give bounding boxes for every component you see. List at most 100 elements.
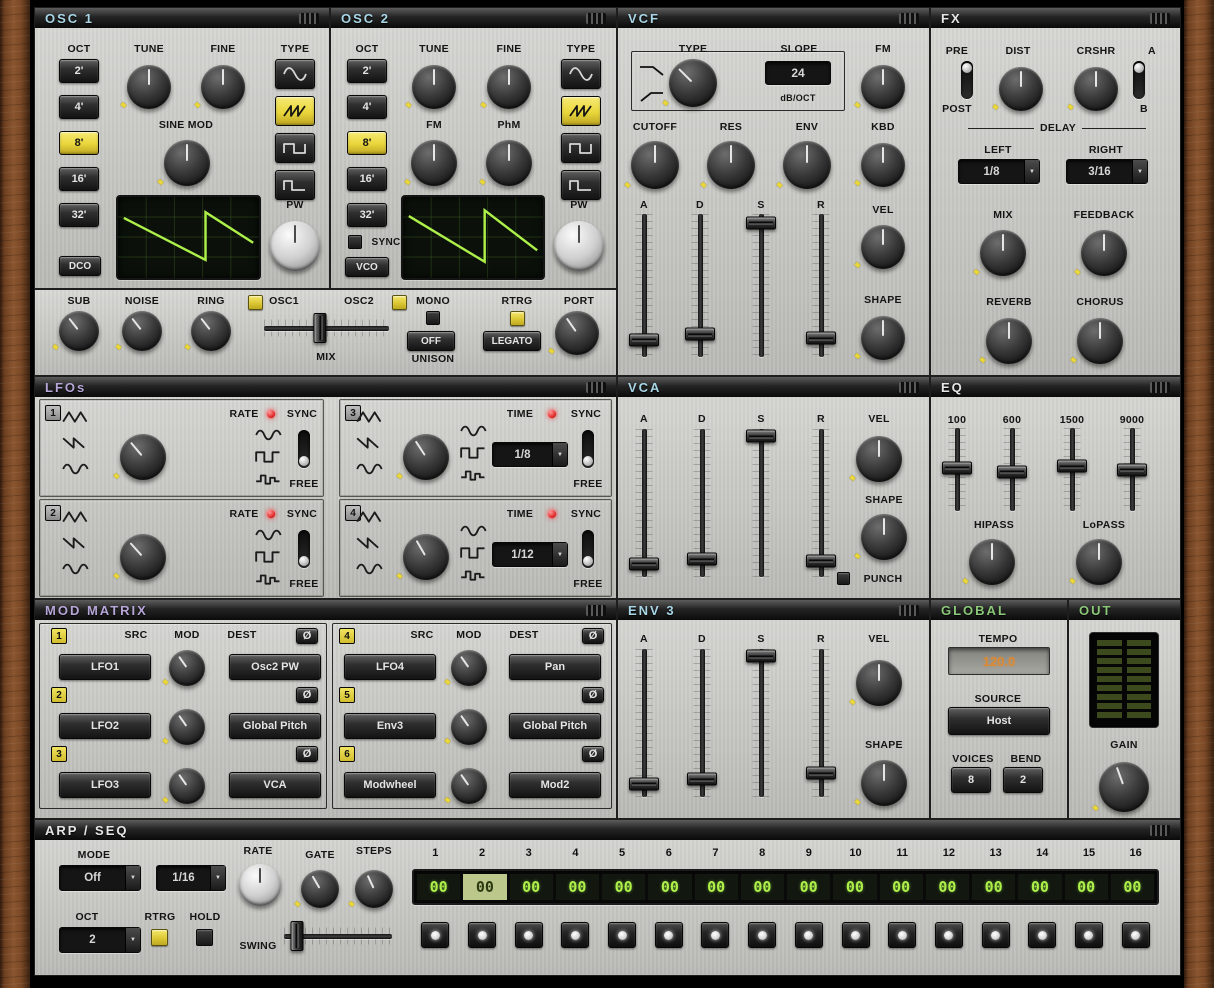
mod-slot-2-src-button[interactable]: LFO2 bbox=[59, 713, 151, 739]
slider-handle[interactable] bbox=[629, 557, 659, 570]
osc2-vco-button[interactable]: VCO bbox=[345, 257, 389, 277]
sub-knob[interactable] bbox=[59, 311, 99, 351]
step-value-cell[interactable]: 00 bbox=[741, 874, 784, 900]
dropdown-arrow-icon[interactable] bbox=[1024, 160, 1039, 183]
lfo-wave-triangle-icon[interactable] bbox=[62, 510, 90, 524]
osc2-tune-knob[interactable] bbox=[412, 65, 456, 109]
osc-mix-slider[interactable] bbox=[264, 315, 389, 341]
portamento-knob[interactable] bbox=[555, 311, 599, 355]
mod-slot-3-badge[interactable]: 3 bbox=[51, 746, 67, 762]
osc2-sync-checkbox[interactable] bbox=[348, 235, 362, 249]
step-button[interactable] bbox=[655, 922, 683, 948]
step-button[interactable] bbox=[421, 922, 449, 948]
step-button[interactable] bbox=[515, 922, 543, 948]
osc1-wave-sine-button[interactable] bbox=[275, 59, 315, 89]
step-value-cell[interactable]: 00 bbox=[880, 874, 923, 900]
step-button[interactable] bbox=[468, 922, 496, 948]
delay-right-dropdown[interactable]: 3/16 bbox=[1066, 159, 1148, 184]
vca-release-slider[interactable] bbox=[808, 429, 834, 577]
vcf-release-slider[interactable] bbox=[808, 214, 834, 357]
slider-handle[interactable] bbox=[806, 332, 836, 345]
mod-slot-5-badge[interactable]: 5 bbox=[339, 687, 355, 703]
slider-handle[interactable] bbox=[806, 554, 836, 567]
vca-vel-knob[interactable] bbox=[856, 436, 902, 482]
mod-slot-2-invert-button[interactable]: Ø bbox=[296, 687, 318, 703]
osc2-oct-8-button[interactable]: 8' bbox=[347, 131, 387, 155]
lfo-wave-sample-hold-icon[interactable] bbox=[460, 568, 488, 582]
lfo-wave-square-icon[interactable] bbox=[460, 446, 488, 460]
lfo-wave-square-icon[interactable] bbox=[460, 546, 488, 560]
env3-vel-knob[interactable] bbox=[856, 660, 902, 706]
crusher-knob[interactable] bbox=[1074, 67, 1118, 111]
dropdown-arrow-icon[interactable] bbox=[1132, 160, 1147, 183]
mod-slot-5-invert-button[interactable]: Ø bbox=[582, 687, 604, 703]
dropdown-arrow-icon[interactable] bbox=[552, 543, 567, 566]
mod-slot-1-dest-button[interactable]: Osc2 PW bbox=[229, 654, 321, 680]
lopass-knob[interactable] bbox=[1076, 539, 1122, 585]
pre-post-toggle[interactable] bbox=[961, 61, 973, 99]
bend-range-button[interactable]: 2 bbox=[1003, 767, 1043, 793]
osc2-oct-32-button[interactable]: 32' bbox=[347, 203, 387, 227]
slider-handle[interactable] bbox=[687, 773, 717, 786]
slider-handle[interactable] bbox=[685, 328, 715, 341]
osc1-wave-pulse-button[interactable] bbox=[275, 170, 315, 200]
osc1-pw-knob[interactable] bbox=[270, 221, 320, 271]
step-button[interactable] bbox=[561, 922, 589, 948]
step-button[interactable] bbox=[888, 922, 916, 948]
lfo1-rate-knob[interactable] bbox=[120, 434, 166, 480]
step-button[interactable] bbox=[1122, 922, 1150, 948]
vcf-shape-knob[interactable] bbox=[861, 316, 905, 360]
lfo-wave-square-icon[interactable] bbox=[255, 550, 283, 564]
lfo-free-toggle[interactable] bbox=[582, 530, 594, 568]
lfo4-time-dropdown[interactable]: 1/12 bbox=[492, 542, 568, 567]
step-value-cell[interactable]: 00 bbox=[695, 874, 738, 900]
step-value-cell[interactable]: 00 bbox=[463, 874, 506, 900]
lfo2-rate-knob[interactable] bbox=[120, 534, 166, 580]
vca-decay-slider[interactable] bbox=[689, 429, 715, 577]
osc1-enable-button[interactable] bbox=[248, 295, 263, 310]
step-button[interactable] bbox=[1028, 922, 1056, 948]
mod-slot-3-amount-knob[interactable] bbox=[169, 768, 205, 804]
feedback-knob[interactable] bbox=[1081, 230, 1127, 276]
slider-handle[interactable] bbox=[290, 921, 303, 951]
punch-checkbox[interactable] bbox=[837, 572, 850, 585]
osc1-oct-8-button[interactable]: 8' bbox=[59, 131, 99, 155]
chorus-knob[interactable] bbox=[1077, 318, 1123, 364]
arp-rate-knob[interactable] bbox=[239, 864, 281, 906]
legato-button[interactable]: LEGATO bbox=[483, 331, 541, 351]
vcf-vel-knob[interactable] bbox=[861, 225, 905, 269]
mod-slot-1-invert-button[interactable]: Ø bbox=[296, 628, 318, 644]
step-button[interactable] bbox=[608, 922, 636, 948]
ring-knob[interactable] bbox=[191, 311, 231, 351]
distortion-knob[interactable] bbox=[999, 67, 1043, 111]
osc2-wave-pulse-button[interactable] bbox=[561, 170, 601, 200]
mod-slot-4-dest-button[interactable]: Pan bbox=[509, 654, 601, 680]
lfo-free-toggle[interactable] bbox=[582, 430, 594, 468]
arp-rtrg-button[interactable] bbox=[151, 929, 168, 946]
lfo-free-toggle[interactable] bbox=[298, 530, 310, 568]
mod-slot-1-badge[interactable]: 1 bbox=[51, 628, 67, 644]
mod-slot-5-src-button[interactable]: Env3 bbox=[344, 713, 436, 739]
mod-slot-4-amount-knob[interactable] bbox=[451, 650, 487, 686]
mod-slot-6-src-button[interactable]: Modwheel bbox=[344, 772, 436, 798]
lfo-wave-sample-hold-icon[interactable] bbox=[255, 572, 283, 586]
crusher-ab-toggle[interactable] bbox=[1133, 61, 1145, 99]
step-value-cell[interactable]: 00 bbox=[1111, 874, 1154, 900]
lfo3-time-dropdown[interactable]: 1/8 bbox=[492, 442, 568, 467]
lfo-wave-saw-icon[interactable] bbox=[356, 536, 384, 550]
mod-slot-2-badge[interactable]: 2 bbox=[51, 687, 67, 703]
mod-slot-3-src-button[interactable]: LFO3 bbox=[59, 772, 151, 798]
step-button[interactable] bbox=[701, 922, 729, 948]
resonance-knob[interactable] bbox=[707, 141, 755, 189]
osc1-dco-button[interactable]: DCO bbox=[59, 256, 101, 276]
step-button[interactable] bbox=[982, 922, 1010, 948]
delay-mix-knob[interactable] bbox=[980, 230, 1026, 276]
osc2-fine-knob[interactable] bbox=[487, 65, 531, 109]
step-value-cell[interactable]: 00 bbox=[417, 874, 460, 900]
step-value-cell[interactable]: 00 bbox=[833, 874, 876, 900]
hipass-knob[interactable] bbox=[969, 539, 1015, 585]
eq-600-slider[interactable] bbox=[999, 428, 1025, 511]
dropdown-arrow-icon[interactable] bbox=[125, 928, 140, 952]
lfo-wave-sine-icon[interactable] bbox=[255, 428, 283, 442]
slider-handle[interactable] bbox=[314, 313, 327, 343]
